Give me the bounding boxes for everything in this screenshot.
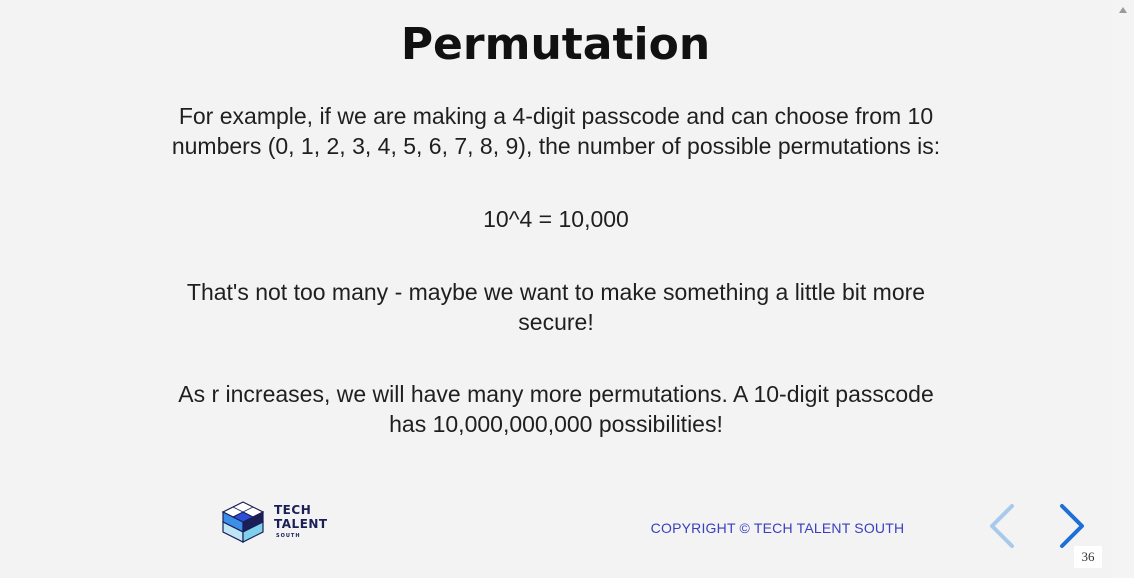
chevron-left-icon	[990, 504, 1014, 548]
cube-logo-icon	[221, 501, 265, 543]
formula-paragraph: 10^4 = 10,000	[483, 206, 629, 232]
copyright-text: COPYRIGHT © TECH TALENT SOUTH	[650, 520, 905, 536]
logo-text-south: SOUTH	[276, 533, 301, 539]
logo-text-talent: TALENT	[274, 517, 328, 531]
chevron-right-icon	[1060, 504, 1084, 548]
vertical-scrollbar[interactable]	[1111, 0, 1134, 578]
logo-text-tech: TECH	[274, 503, 312, 517]
security-paragraph: That's not too many - maybe we want to m…	[186, 279, 926, 335]
tech-talent-south-logo: TECH TALENT SOUTH	[219, 500, 329, 544]
slide-title: Permutation	[400, 19, 711, 70]
next-slide-button[interactable]	[1054, 502, 1090, 550]
page-number: 36	[1074, 546, 1102, 568]
increase-paragraph: As r increases, we will have many more p…	[178, 381, 934, 437]
slide: Permutation For example, if we are makin…	[0, 0, 1111, 578]
previous-slide-button[interactable]	[984, 502, 1020, 550]
scroll-up-arrow-icon[interactable]	[1119, 7, 1127, 13]
example-paragraph: For example, if we are making a 4-digit …	[171, 103, 941, 159]
